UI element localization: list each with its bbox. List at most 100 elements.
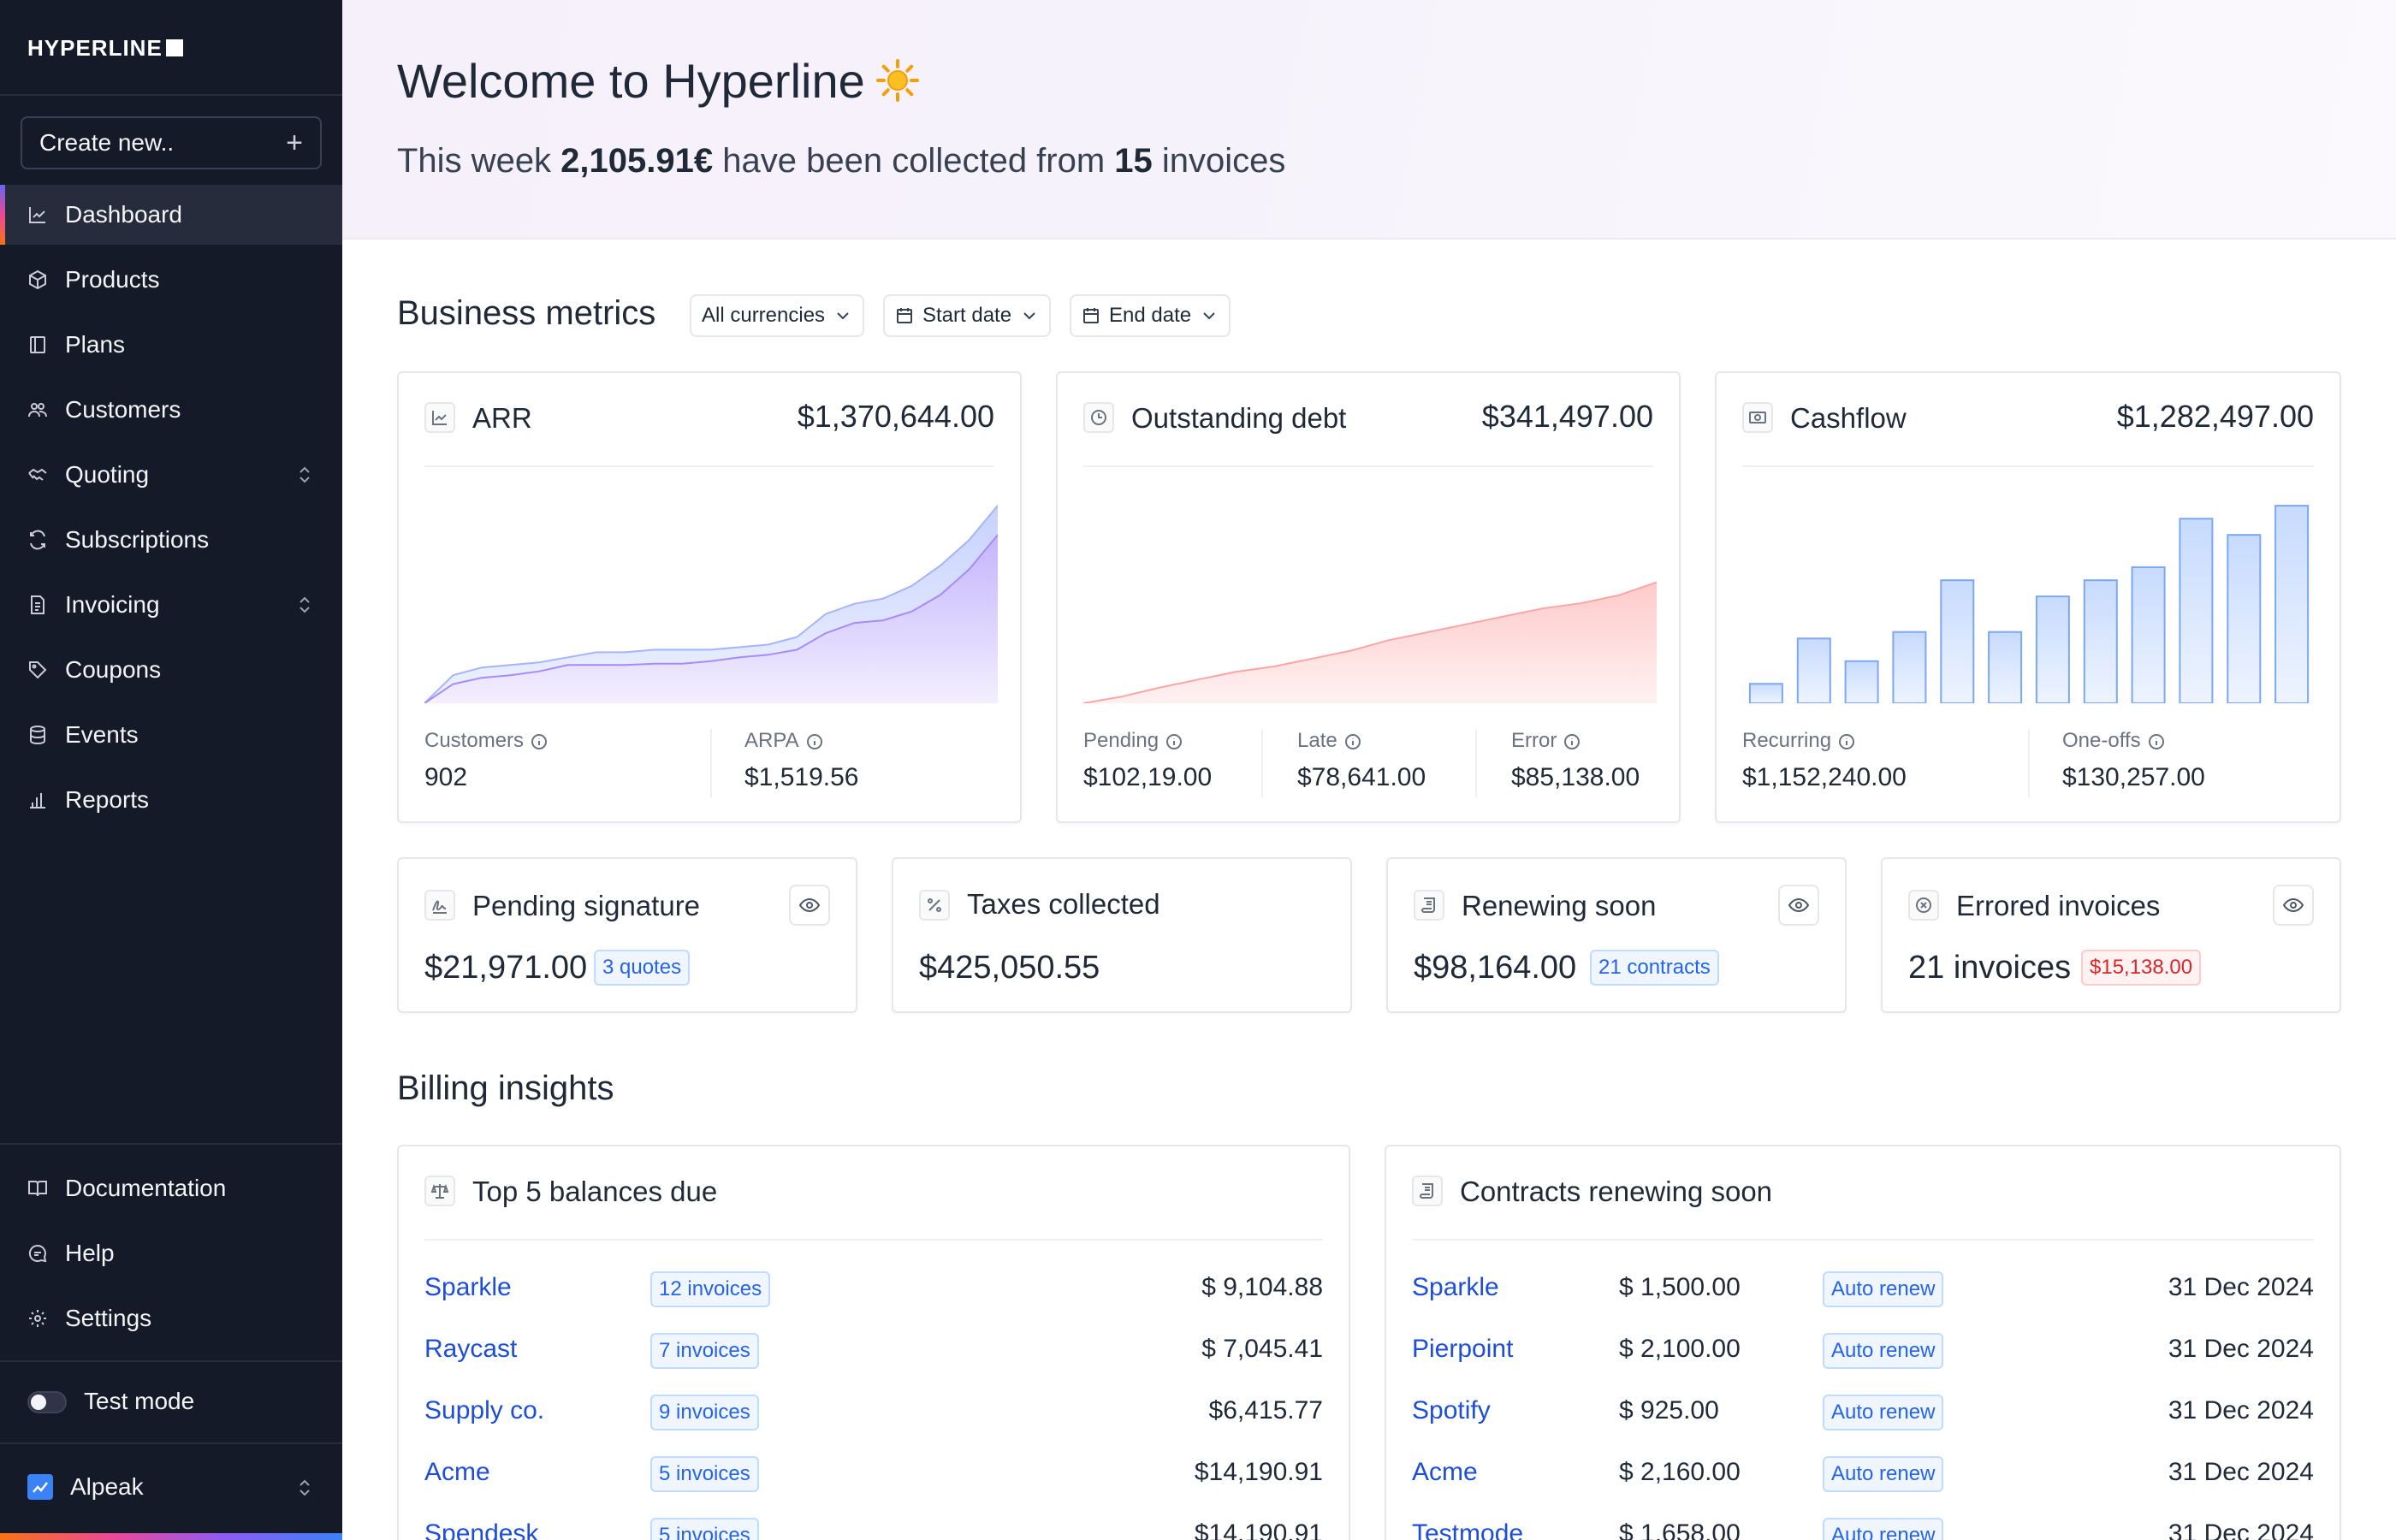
info-icon[interactable] (1563, 732, 1581, 749)
clock-icon (1083, 402, 1114, 433)
quotes-badge[interactable]: 3 quotes (594, 950, 691, 986)
logo[interactable]: HYPERLINE (27, 34, 183, 61)
customer-link[interactable]: Sparkle (424, 1273, 512, 1302)
contract-amount: $ 925.00 (1619, 1396, 1719, 1424)
pending-label: Pending (1083, 729, 1183, 753)
cashflow-bar[interactable] (2083, 579, 2118, 703)
chart-line-icon (27, 204, 48, 225)
late-label-text: Late (1297, 729, 1337, 752)
renewing-soon-title: Renewing soon (1462, 890, 1657, 921)
expand-chevron-icon[interactable] (296, 594, 313, 616)
sidebar-item-label: Reports (65, 786, 150, 813)
sidebar-item-coupons[interactable]: Coupons (0, 640, 342, 700)
currency-filter[interactable]: All currencies (690, 294, 865, 337)
info-icon[interactable] (1344, 732, 1361, 749)
info-icon[interactable] (531, 732, 548, 749)
sidebar-item-events[interactable]: Events (0, 705, 342, 765)
sidebar-item-invoicing[interactable]: Invoicing (0, 575, 342, 635)
errored-invoices-card[interactable]: Errored invoices 21 invoices $15,138.00 (1881, 857, 2341, 1013)
outstanding-debt-card[interactable]: Outstanding debt $341,497.00 Pending $10… (1056, 371, 1681, 823)
card-separator (424, 465, 994, 467)
sidebar-item-label: Documentation (65, 1175, 227, 1201)
bar-chart-icon (27, 790, 48, 810)
logo-text: HYPERLINE (27, 34, 163, 61)
pending-value: $102,19.00 (1083, 763, 1213, 791)
sidebar-item-help[interactable]: Help (0, 1223, 342, 1283)
create-new-button[interactable]: Create new.. + (21, 116, 322, 169)
info-icon[interactable] (806, 732, 823, 749)
info-icon[interactable] (1838, 732, 1855, 749)
company-chevron-icon[interactable] (296, 1477, 313, 1499)
invoices-badge[interactable]: 5 invoices (650, 1518, 759, 1540)
contract-amount: $ 2,160.00 (1619, 1458, 1741, 1486)
cashflow-bar[interactable] (1892, 631, 1927, 703)
sidebar-item-documentation[interactable]: Documentation (0, 1158, 342, 1218)
cashflow-bar[interactable] (1748, 683, 1783, 703)
late-value: $78,641.00 (1297, 763, 1426, 791)
customers-label-text: Customers (424, 729, 525, 752)
cashflow-card[interactable]: Cashflow $1,282,497.00 Recurring $1,152,… (1715, 371, 2341, 823)
scroll-icon (1412, 1176, 1443, 1206)
cashflow-bar[interactable] (2274, 505, 2310, 703)
sidebar-item-settings[interactable]: Settings (0, 1288, 342, 1348)
customer-link[interactable]: Supply co. (424, 1396, 544, 1425)
chart-area-1 (424, 535, 998, 703)
customer-link[interactable]: Spotify (1412, 1396, 1491, 1425)
eye-icon[interactable] (789, 885, 830, 926)
box-icon (27, 270, 48, 290)
start-date-filter[interactable]: Start date (883, 294, 1052, 337)
sidebar-divider (0, 1143, 342, 1145)
customer-link[interactable]: Spendesk (424, 1519, 538, 1540)
users-icon (27, 400, 48, 420)
book-icon (27, 335, 48, 355)
invoices-badge[interactable]: 7 invoices (650, 1333, 759, 1369)
customer-link[interactable]: Testmode (1412, 1519, 1523, 1540)
chat-icon (27, 1243, 48, 1264)
customer-link[interactable]: Acme (424, 1458, 490, 1487)
eye-icon[interactable] (1778, 885, 1819, 926)
end-date-filter[interactable]: End date (1070, 294, 1231, 337)
sidebar-item-products[interactable]: Products (0, 250, 342, 310)
customer-link[interactable]: Raycast (424, 1335, 517, 1364)
sidebar-item-plans[interactable]: Plans (0, 315, 342, 375)
company-switcher[interactable]: Alpeak (27, 1473, 144, 1501)
info-icon[interactable] (1165, 732, 1183, 749)
cashflow-bar[interactable] (2131, 566, 2166, 703)
invoices-badge[interactable]: 12 invoices (650, 1271, 771, 1307)
balance-amount: $14,190.91 (1194, 1458, 1323, 1486)
test-mode-toggle[interactable] (27, 1391, 67, 1413)
top-balances-card: Top 5 balances due Sparkle 12 invoices $ 9… (397, 1145, 1350, 1540)
info-icon[interactable] (2148, 732, 2165, 749)
cashflow-bar[interactable] (1844, 660, 1879, 703)
customer-link[interactable]: Pierpoint (1412, 1335, 1513, 1364)
sidebar-item-reports[interactable]: Reports (0, 770, 342, 830)
cashflow-bar[interactable] (1988, 631, 2023, 703)
customer-link[interactable]: Acme (1412, 1458, 1478, 1487)
renewing-soon-value: $98,164.00 (1414, 950, 1577, 986)
sidebar-item-quoting[interactable]: Quoting (0, 445, 342, 505)
sidebar-item-label: Settings (65, 1305, 152, 1331)
sidebar-item-customers[interactable]: Customers (0, 380, 342, 440)
debt-value: $341,497.00 (1481, 399, 1653, 434)
invoices-badge[interactable]: 5 invoices (650, 1456, 759, 1492)
cashflow-bar[interactable] (1940, 579, 1975, 703)
arr-card[interactable]: ARR $1,370,644.00 Customers 902 ARPA $1,… (397, 371, 1022, 823)
expand-chevron-icon[interactable] (296, 464, 313, 486)
cashflow-bar[interactable] (1796, 637, 1831, 703)
cashflow-bar[interactable] (2227, 534, 2262, 703)
customer-link[interactable]: Sparkle (1412, 1273, 1499, 1302)
debt-title: Outstanding debt (1131, 402, 1347, 434)
invoices-badge[interactable]: 9 invoices (650, 1395, 759, 1430)
contracts-badge[interactable]: 21 contracts (1590, 950, 1719, 986)
cashflow-bar[interactable] (2035, 595, 2070, 703)
recurring-label: Recurring (1742, 729, 1855, 753)
eye-icon[interactable] (2273, 885, 2314, 926)
sidebar-item-label: Coupons (65, 656, 162, 683)
renewing-soon-card[interactable]: Renewing soon $98,164.00 21 contracts (1386, 857, 1847, 1013)
sidebar-item-subscriptions[interactable]: Subscriptions (0, 510, 342, 570)
taxes-collected-card[interactable]: Taxes collected $425,050.55 (892, 857, 1352, 1013)
cashflow-bar[interactable] (2179, 518, 2214, 703)
sidebar-item-dashboard[interactable]: Dashboard (0, 185, 342, 245)
errored-amount-badge[interactable]: $15,138.00 (2081, 950, 2202, 986)
pending-signature-card[interactable]: Pending signature $21,971.00 3 quotes (397, 857, 857, 1013)
